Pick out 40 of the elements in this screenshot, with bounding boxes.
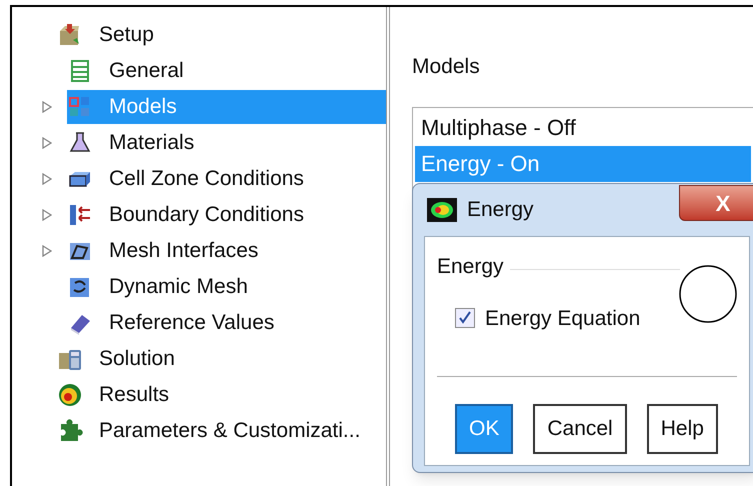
tree-item-label: Cell Zone Conditions [109, 166, 304, 192]
tree-item-label: Materials [109, 130, 194, 156]
tree-item-label: Reference Values [109, 310, 274, 336]
checkbox[interactable] [455, 308, 475, 328]
tree-item-label: Models [109, 94, 177, 120]
tree-item-label: Setup [99, 22, 154, 48]
group-label: Energy [437, 254, 504, 280]
tree-item-label: Solution [99, 346, 175, 372]
tree-item[interactable]: Boundary Conditions [67, 198, 386, 232]
expand-arrow-icon[interactable] [42, 245, 52, 257]
tree-item[interactable]: General [67, 54, 386, 88]
tree-item[interactable]: Mesh Interfaces [67, 234, 386, 268]
tree-item[interactable]: Dynamic Mesh [67, 270, 386, 304]
tree-item[interactable]: Materials [67, 126, 386, 160]
tree-item-label: Dynamic Mesh [109, 274, 248, 300]
tree-item-label: Mesh Interfaces [109, 238, 258, 264]
tree-item[interactable]: Setup [57, 18, 386, 52]
dialog-button[interactable]: Cancel [533, 404, 627, 454]
tree-item[interactable]: Parameters & Customizati... [57, 414, 386, 448]
annotation-circle [678, 264, 738, 324]
expand-arrow-icon[interactable] [42, 173, 52, 185]
checkbox-label: Energy Equation [485, 306, 640, 332]
dialog-button[interactable]: Help [646, 404, 718, 454]
tree-item-label: Parameters & Customizati... [99, 418, 360, 444]
tree-item-label: General [109, 58, 184, 84]
tree-item[interactable]: Cell Zone Conditions [67, 162, 386, 196]
tree-item-label: Boundary Conditions [109, 202, 304, 228]
wall-arrows-icon [67, 202, 93, 228]
tree-item[interactable]: Reference Values [67, 306, 386, 340]
tree-item[interactable]: Results [57, 378, 386, 412]
checkmark-icon [458, 311, 472, 326]
list-item[interactable]: Multiphase - Off [415, 110, 751, 146]
panel-title: Models [412, 54, 481, 80]
tree-item-label: Results [99, 382, 170, 408]
expand-arrow-icon[interactable] [42, 137, 52, 149]
dialog-title: Energy [467, 197, 534, 224]
expand-arrow-icon[interactable] [42, 101, 52, 113]
tree-item[interactable]: Solution [57, 342, 386, 376]
expand-arrow-icon[interactable] [42, 209, 52, 221]
app-logo-icon [427, 198, 457, 222]
